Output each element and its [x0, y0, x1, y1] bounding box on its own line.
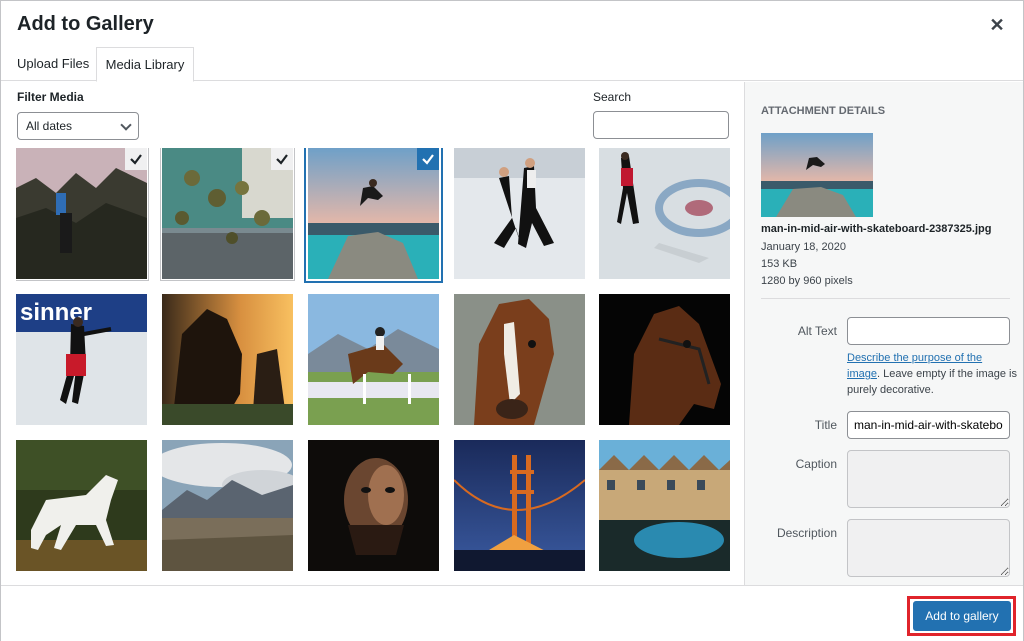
attachment-date: January 18, 2020	[761, 241, 847, 253]
alt-text-label: Alt Text	[797, 324, 837, 338]
checkmark-icon[interactable]	[271, 148, 293, 170]
tab-media-library[interactable]: Media Library	[96, 47, 194, 82]
media-thumbnail	[599, 294, 730, 425]
media-item-person-in-shrubs[interactable]	[16, 148, 147, 279]
media-thumbnail	[162, 294, 293, 425]
attachment-preview-image	[761, 133, 873, 217]
media-item-woman-with-horse[interactable]	[162, 294, 293, 425]
media-grid: sinner	[16, 148, 736, 585]
chevron-down-icon	[120, 119, 132, 131]
media-item-ice-dancing[interactable]	[454, 148, 585, 279]
attachment-filename: man-in-mid-air-with-skateboard-2387325.j…	[761, 223, 992, 235]
modal-title: Add to Gallery	[17, 13, 154, 35]
search-label: Search	[593, 90, 632, 104]
date-filter-value: All dates	[26, 119, 73, 133]
title-label: Title	[814, 418, 837, 432]
attachment-details-heading: ATTACHMENT DETAILS	[761, 105, 886, 117]
media-item-painted-ladies[interactable]	[599, 440, 730, 571]
media-thumbnail	[454, 440, 585, 571]
media-thumbnail	[599, 148, 730, 279]
media-thumbnail	[454, 148, 585, 279]
media-thumbnail: sinner	[16, 294, 147, 425]
alt-text-help: Describe the purpose of the image. Leave…	[847, 350, 1017, 398]
media-item-horse-on-black[interactable]	[599, 294, 730, 425]
media-thumbnail	[16, 440, 147, 571]
alt-text-field[interactable]	[847, 317, 1010, 345]
close-icon[interactable]: ✕	[987, 15, 1007, 35]
add-to-gallery-button[interactable]: Add to gallery	[913, 601, 1011, 631]
media-item-show-jumping[interactable]	[308, 294, 439, 425]
caption-field[interactable]	[847, 450, 1010, 508]
media-item-figure-skater-rink[interactable]	[599, 148, 730, 279]
checkmark-icon[interactable]	[417, 148, 439, 170]
search-input[interactable]	[593, 111, 729, 139]
checkmark-icon[interactable]	[125, 148, 147, 170]
media-thumbnail	[599, 440, 730, 571]
media-item-mountains[interactable]	[162, 440, 293, 571]
media-item-skateboarder[interactable]	[308, 148, 439, 279]
caption-label: Caption	[795, 457, 837, 471]
details-divider	[761, 298, 1010, 299]
media-browser: Filter Media All dates Search sinner	[1, 82, 744, 585]
media-thumbnail	[308, 440, 439, 571]
media-item-man-portrait[interactable]	[308, 440, 439, 571]
media-item-birds-on-branches[interactable]	[162, 148, 293, 279]
media-item-horse-portrait[interactable]	[454, 294, 585, 425]
attachment-size: 153 KB	[761, 258, 798, 270]
attachment-details-panel: ATTACHMENT DETAILS man-in-mid-air-with-s…	[744, 82, 1023, 585]
modal-footer: Add to gallery	[1, 585, 1023, 641]
description-field[interactable]	[847, 519, 1010, 577]
media-thumbnail	[454, 294, 585, 425]
attachment-preview	[761, 133, 873, 217]
media-item-figure-skater-red[interactable]: sinner	[16, 294, 147, 425]
title-field[interactable]	[847, 411, 1010, 439]
tab-upload-files[interactable]: Upload Files	[17, 47, 89, 81]
filter-media-label: Filter Media	[17, 90, 84, 104]
media-thumbnail	[308, 294, 439, 425]
media-item-golden-gate-bridge[interactable]	[454, 440, 585, 571]
date-filter-select[interactable]: All dates	[17, 112, 139, 140]
media-item-white-horse[interactable]	[16, 440, 147, 571]
media-thumbnail	[162, 440, 293, 571]
attachment-dimensions: 1280 by 960 pixels	[761, 275, 853, 287]
add-to-gallery-modal: Add to Gallery ✕ Upload Files Media Libr…	[0, 0, 1024, 641]
tab-bar: Upload Files Media Library	[1, 47, 1023, 82]
description-label: Description	[776, 526, 837, 540]
